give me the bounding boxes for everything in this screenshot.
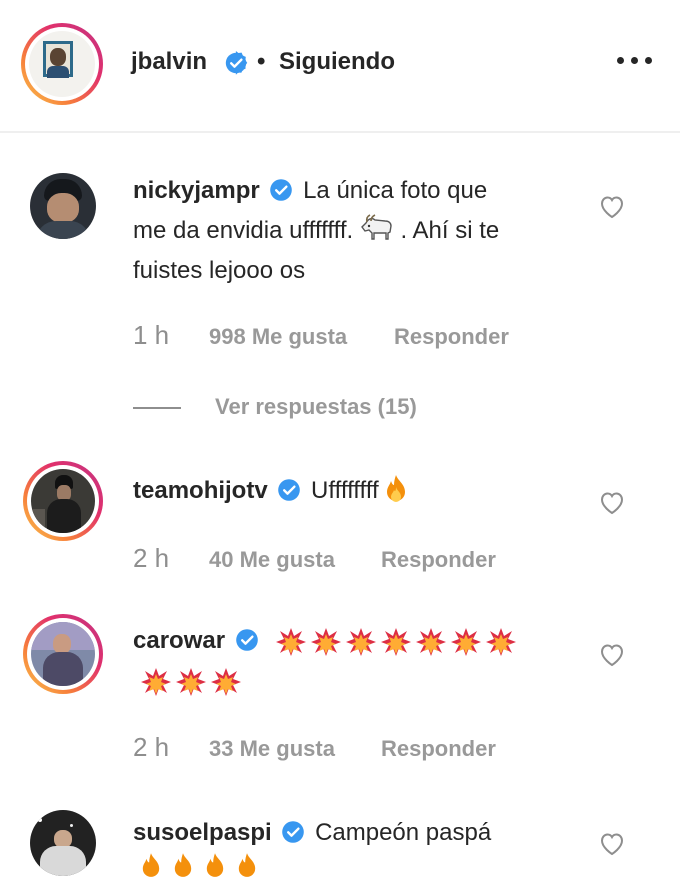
comment-text: me da envidia ufffffff. [133, 217, 354, 244]
replies-divider [133, 407, 181, 409]
author-story-ring[interactable] [21, 23, 103, 105]
reply-button[interactable]: Responder [381, 736, 496, 762]
comment-text: fuistes lejooo os [133, 257, 306, 284]
comment-time[interactable]: 2 h [133, 732, 169, 763]
like-heart-icon[interactable] [599, 643, 625, 667]
commenter-story-ring[interactable] [23, 461, 103, 541]
comment-text-line: nickyjampr La única foto que [133, 172, 487, 209]
comment-likes[interactable]: 33 Me gusta [209, 736, 335, 762]
collision-emoji-row [276, 627, 521, 657]
collision-emoji-icon [451, 627, 482, 657]
commenter-story-ring[interactable] [23, 614, 103, 694]
commenter-avatar[interactable] [31, 622, 95, 686]
more-options-icon[interactable] [617, 57, 653, 67]
collision-emoji-icon [276, 627, 307, 657]
comment-text: La única foto que [303, 177, 488, 204]
collision-emoji-icon [141, 667, 171, 697]
fire-emoji-icon [142, 853, 160, 877]
comment-text-line: carowar [133, 622, 521, 659]
comment-likes[interactable]: 40 Me gusta [209, 547, 335, 573]
comment-time[interactable]: 2 h [133, 543, 169, 574]
commenter-username[interactable]: nickyjampr [133, 177, 260, 204]
fire-emoji-icon [387, 475, 406, 502]
comment-text: Uffffffff [311, 477, 379, 504]
commenter-avatar[interactable] [31, 469, 95, 533]
comment-text-line: fuistes lejooo os [133, 252, 305, 289]
commenter-avatar[interactable] [30, 173, 96, 239]
collision-emoji-icon [176, 667, 206, 697]
verified-badge-icon [270, 179, 293, 201]
collision-emoji-row [141, 667, 246, 697]
like-heart-icon[interactable] [599, 491, 625, 515]
collision-emoji-icon [211, 667, 241, 697]
fire-emoji-icon [174, 853, 192, 877]
goat-emoji-icon [360, 214, 392, 240]
collision-emoji-icon [381, 627, 412, 657]
comment-text: . Ahí si te [400, 217, 500, 244]
verified-badge-icon [282, 821, 305, 843]
collision-emoji-icon [346, 627, 377, 657]
collision-emoji-icon [311, 627, 342, 657]
comment-text-line [141, 662, 246, 699]
comment-likes[interactable]: 998 Me gusta [209, 324, 347, 350]
author-username[interactable]: jbalvin [131, 48, 207, 76]
comment-text-line: susoelpaspi Campeón paspá [133, 814, 491, 851]
comment-text-line: teamohijotv Uffffffff [133, 472, 407, 509]
following-button[interactable]: Siguiendo [279, 48, 395, 76]
fire-emoji-icon [206, 853, 224, 877]
commenter-username[interactable]: carowar [133, 627, 225, 654]
commenter-username[interactable]: teamohijotv [133, 477, 268, 504]
reply-button[interactable]: Responder [394, 324, 509, 350]
comment-time[interactable]: 1 h [133, 320, 169, 351]
commenter-username[interactable]: susoelpaspi [133, 819, 272, 846]
fire-emoji-icon [238, 853, 256, 877]
reply-button[interactable]: Responder [381, 547, 496, 573]
emoji-row-partial [141, 852, 281, 877]
collision-emoji-icon [486, 627, 517, 657]
post-header: jbalvin • Siguiendo [0, 0, 680, 133]
header-separator: • [257, 48, 266, 75]
author-avatar[interactable] [29, 31, 95, 97]
verified-badge-icon [278, 479, 301, 501]
view-replies-button[interactable]: Ver respuestas (15) [215, 394, 417, 420]
commenter-avatar[interactable] [30, 810, 96, 876]
like-heart-icon[interactable] [599, 195, 625, 219]
verified-badge-icon [225, 51, 248, 75]
like-heart-icon[interactable] [599, 832, 625, 856]
comment-text-line: me da envidia ufffffff. . Ahí si te [133, 212, 499, 249]
verified-badge-icon [235, 629, 258, 651]
comment-text: Campeón paspá [315, 819, 492, 846]
collision-emoji-icon [416, 627, 447, 657]
